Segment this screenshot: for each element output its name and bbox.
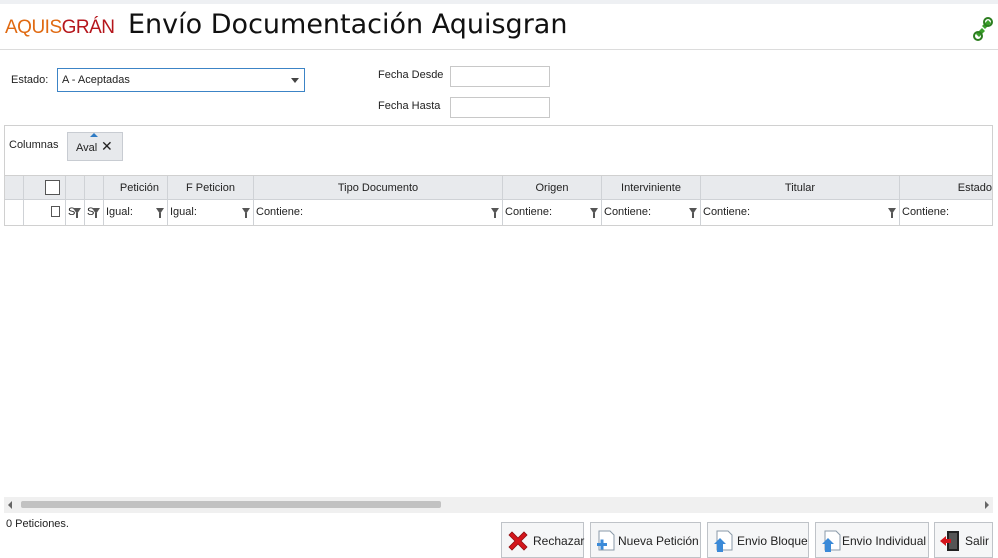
salir-button[interactable]: Salir	[934, 522, 993, 558]
column-chip-aval[interactable]: Aval ✕	[67, 132, 123, 161]
scroll-left-icon[interactable]	[8, 501, 12, 509]
estado-label: Estado:	[11, 74, 49, 86]
col-header-f-peticion[interactable]: F Peticion	[168, 176, 254, 199]
horizontal-scrollbar[interactable]	[4, 497, 993, 513]
grid-filter-row: S S Igual: Igual: Contiene: Contiene: Co…	[5, 200, 992, 225]
group-columns-panel: Columnas Aval ✕	[4, 125, 993, 175]
clear-filter-icon[interactable]	[51, 206, 60, 217]
estado-select-value: A - Aceptadas	[62, 74, 130, 86]
fecha-desde-input[interactable]	[450, 66, 550, 87]
col-header-peticion[interactable]: Petición	[104, 176, 168, 199]
col-s1-header[interactable]	[66, 176, 85, 199]
select-all-header	[24, 176, 66, 199]
filter-tipo-documento[interactable]: Contiene:	[254, 200, 503, 225]
scroll-right-icon[interactable]	[985, 501, 989, 509]
filter-icon[interactable]	[689, 208, 697, 218]
columns-label: Columnas	[9, 139, 59, 151]
col-header-tipo-documento[interactable]: Tipo Documento	[254, 176, 503, 199]
send-document-icon	[820, 529, 844, 553]
page-title: Envío Documentación Aquisgran	[128, 9, 568, 40]
select-all-checkbox[interactable]	[45, 180, 60, 195]
envio-bloque-button[interactable]: Envio Bloque	[707, 522, 809, 558]
filter-titular[interactable]: Contiene:	[701, 200, 900, 225]
rechazar-button[interactable]: Rechazar	[501, 522, 584, 558]
row-indicator-header	[5, 176, 24, 199]
fecha-desde-label: Fecha Desde	[378, 69, 444, 81]
envio-individual-button[interactable]: Envio Individual	[815, 522, 929, 558]
status-count: 0 Peticiones.	[6, 518, 69, 530]
new-document-icon	[595, 529, 619, 553]
col-s2-header[interactable]	[85, 176, 104, 199]
header-bar: AQUISGRÁN Envío Documentación Aquisgran	[0, 4, 998, 50]
fecha-hasta-input[interactable]	[450, 97, 550, 118]
sort-asc-icon	[90, 133, 98, 137]
filter-s1[interactable]: S	[66, 200, 85, 225]
nueva-peticion-button[interactable]: Nueva Petición	[590, 522, 701, 558]
close-icon[interactable]: ✕	[101, 138, 113, 155]
filter-icon[interactable]	[242, 208, 250, 218]
reject-x-icon	[506, 529, 530, 553]
filter-icon[interactable]	[156, 208, 164, 218]
filter-icon[interactable]	[590, 208, 598, 218]
chevron-down-icon[interactable]	[291, 78, 299, 83]
aquisgran-logo: AQUISGRÁN	[5, 17, 115, 38]
filter-icon[interactable]	[888, 208, 896, 218]
fecha-hasta-label: Fecha Hasta	[378, 100, 441, 112]
filter-peticion[interactable]: Igual:	[104, 200, 168, 225]
column-chip-label: Aval	[76, 142, 98, 154]
peticiones-grid: Petición F Peticion Tipo Documento Orige…	[4, 175, 993, 226]
estado-select[interactable]: A - Aceptadas	[57, 68, 305, 92]
filter-icon[interactable]	[491, 208, 499, 218]
filter-origen[interactable]: Contiene:	[503, 200, 602, 225]
refresh-link-icon[interactable]	[972, 16, 994, 42]
grid-header-row: Petición F Peticion Tipo Documento Orige…	[5, 176, 992, 200]
send-document-icon	[712, 529, 736, 553]
filter-clear-cell	[24, 200, 66, 225]
filter-s2[interactable]: S	[85, 200, 104, 225]
filter-icon[interactable]	[92, 208, 100, 218]
filter-row-indicator	[5, 200, 24, 225]
col-header-origen[interactable]: Origen	[503, 176, 602, 199]
col-header-estado[interactable]: Estado	[900, 176, 992, 199]
filter-estado[interactable]: Contiene:	[900, 200, 992, 225]
scrollbar-thumb[interactable]	[21, 501, 441, 508]
col-header-interviniente[interactable]: Interviniente	[602, 176, 701, 199]
exit-door-icon	[939, 529, 963, 553]
col-header-titular[interactable]: Titular	[701, 176, 900, 199]
filter-icon[interactable]	[73, 208, 81, 218]
filter-f-peticion[interactable]: Igual:	[168, 200, 254, 225]
filter-interviniente[interactable]: Contiene:	[602, 200, 701, 225]
